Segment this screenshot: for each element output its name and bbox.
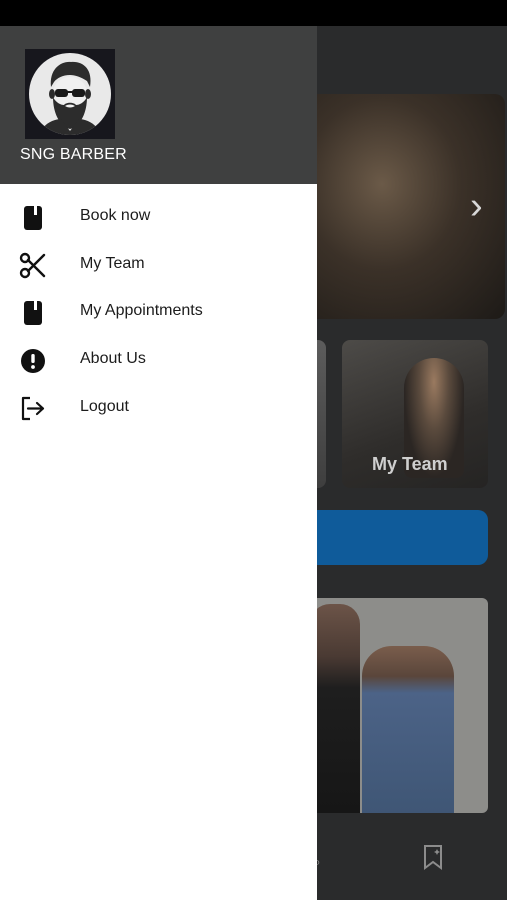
menu-item-label: Logout: [80, 397, 129, 415]
menu-item-label: My Team: [80, 254, 145, 272]
bearded-barber-logo-icon: [29, 53, 111, 135]
menu-item-book-now[interactable]: Book now: [0, 194, 317, 242]
logout-icon: [19, 395, 46, 422]
brand-name: SNG BARBER: [20, 146, 127, 163]
drawer-menu: Book now My Team My Appointments About U…: [0, 194, 317, 432]
promo-photo: [300, 598, 488, 813]
scissors-icon: [19, 252, 46, 279]
menu-item-my-appointments[interactable]: My Appointments: [0, 289, 317, 337]
alert-circle-icon: [19, 347, 46, 374]
menu-item-label: Book now: [80, 207, 151, 224]
book-icon: [19, 204, 46, 231]
bookmark-icon: [424, 845, 442, 870]
menu-item-my-team[interactable]: My Team: [0, 242, 317, 290]
menu-item-label: My Appointments: [80, 302, 203, 320]
menu-item-about-us[interactable]: About Us: [0, 337, 317, 385]
brand-logo: [25, 49, 115, 139]
my-team-tile: My Team: [342, 340, 488, 488]
navigation-drawer: SNG BARBER Book now My Team My Appointme…: [0, 26, 317, 900]
primary-action-bar: [300, 510, 488, 565]
drawer-header: SNG BARBER: [0, 26, 317, 184]
menu-item-logout[interactable]: Logout: [0, 385, 317, 433]
barber-figure: [310, 604, 360, 813]
book-icon: [19, 299, 46, 326]
my-team-tile-label: My Team: [372, 454, 448, 474]
menu-item-label: About Us: [80, 350, 146, 368]
carousel-next-icon[interactable]: ›: [470, 186, 483, 226]
client-figure: [362, 646, 454, 813]
status-bar: [0, 0, 507, 26]
